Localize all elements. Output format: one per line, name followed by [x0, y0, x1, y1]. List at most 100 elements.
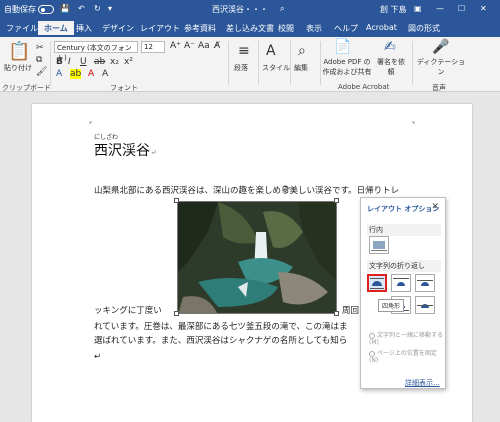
ribbon-tabs: ファイル ホーム 挿入 デザイン レイアウト 参考資料 差し込み文書 校閲 表示…	[0, 20, 500, 37]
tab-help[interactable]: ヘルプ	[334, 23, 358, 34]
wrap-through-icon	[417, 280, 433, 286]
editing-button[interactable]: 編集	[294, 63, 308, 73]
wrap-behind-icon	[417, 304, 433, 308]
details-link[interactable]: 詳細表示...	[405, 378, 440, 388]
inline-icon	[371, 241, 387, 251]
font-color-icon[interactable]: A	[88, 69, 94, 79]
wrap-square-button[interactable]	[367, 274, 387, 292]
crop-mark	[89, 121, 92, 124]
title-bar: 自動保存 💾 ↶ ↻ ▾ 西沢渓谷・・・ ⌕ 創 下島 ▣ — ☐ ✕	[0, 0, 500, 20]
microphone-icon[interactable]: 🎤	[432, 39, 449, 55]
layout-options-header: レイアウト オプション	[367, 205, 440, 213]
adobe-pdf-icon[interactable]: 📄	[334, 39, 351, 55]
move-with-text-option[interactable]: 文字列と一緒に移動する(M)	[369, 330, 445, 346]
autosave-toggle[interactable]	[38, 5, 54, 14]
ribbon: 📋 貼り付け ✂ ⧉ 🖌 クリップボード Century (本文のフォント) 1…	[0, 37, 500, 92]
resize-handle[interactable]	[334, 198, 339, 203]
grow-font-icon[interactable]: A⁺	[170, 41, 181, 51]
dictation-button[interactable]: ディクテーション	[416, 57, 466, 77]
paragraph-button[interactable]: 段落	[234, 63, 248, 73]
crop-mark	[412, 121, 415, 124]
cut-icon[interactable]: ✂	[36, 43, 44, 53]
paste-icon[interactable]: 📋	[8, 41, 30, 62]
body-line-1[interactable]: 山梨県北部にある西沢渓谷は、深山の趣を楽しめる美しい渓谷です。日帰りトレ	[94, 184, 399, 196]
save-icon[interactable]: 💾	[60, 4, 70, 13]
clear-format-icon[interactable]: A̸	[214, 41, 220, 51]
paragraph-icon[interactable]: ≡	[238, 43, 250, 59]
divider	[50, 41, 51, 85]
wrap-tooltip: 四角形	[378, 299, 405, 312]
fix-position-option[interactable]: ページ上の位置を固定(N)	[369, 348, 445, 364]
customize-qat-icon[interactable]: ▾	[108, 4, 112, 13]
body-line-3[interactable]: れています。圧巻は、最深部にある七ツ釜五段の滝で、この滝はま	[94, 320, 348, 332]
waterfall-image	[178, 202, 336, 313]
italic-icon[interactable]: I	[68, 57, 71, 67]
divider	[258, 41, 259, 85]
minimize-button[interactable]: —	[436, 4, 444, 13]
divider	[228, 41, 229, 85]
user-name[interactable]: 創 下島	[380, 4, 407, 15]
tab-mailings[interactable]: 差し込み文書	[226, 23, 274, 34]
body-line-4[interactable]: 選ばれています。また、西沢渓谷はシャクナゲの名所としても知ら	[94, 334, 347, 346]
body-line-2[interactable]: ッキングに丁度い	[94, 304, 162, 316]
paste-button[interactable]: 貼り付け	[4, 63, 32, 73]
redo-icon[interactable]: ↻	[94, 4, 101, 13]
undo-icon[interactable]: ↶	[78, 4, 85, 13]
change-case-icon[interactable]: Aa	[198, 41, 210, 51]
tab-review[interactable]: 校閲	[278, 23, 294, 34]
editing-icon[interactable]: ⌕	[298, 43, 306, 59]
format-painter-icon[interactable]: 🖌	[36, 67, 47, 77]
adobe-create-pdf-button[interactable]: Adobe PDF の作成および共有	[322, 57, 372, 77]
document-title-text[interactable]: 西沢渓谷↵	[94, 140, 157, 160]
tab-insert[interactable]: 挿入	[76, 23, 92, 34]
underline-icon[interactable]: U	[80, 57, 87, 67]
strikethrough-icon[interactable]: ab	[94, 57, 105, 67]
tab-file[interactable]: ファイル	[6, 23, 38, 34]
autosave-label: 自動保存	[4, 5, 36, 14]
wrap-section-label: 文字列の折り返し	[367, 260, 441, 272]
tab-acrobat[interactable]: Acrobat	[366, 23, 397, 32]
close-icon[interactable]: ✕	[431, 202, 439, 212]
sign-icon[interactable]: ✍	[384, 39, 396, 55]
wrap-square-icon	[370, 278, 384, 289]
wrap-tight-button[interactable]	[391, 274, 411, 292]
font-name-select[interactable]: Century (本文のフォント)	[54, 41, 138, 62]
wrap-behind-text-button[interactable]	[415, 296, 435, 314]
ribbon-display-icon[interactable]: ▣	[414, 4, 422, 13]
divider	[290, 41, 291, 85]
superscript-icon[interactable]: x²	[124, 57, 133, 67]
tab-picture-format[interactable]: 図の形式	[408, 23, 440, 34]
request-signature-button[interactable]: 署名を依頼	[374, 57, 408, 77]
inline-section-label: 行内	[367, 224, 441, 236]
tab-layout[interactable]: レイアウト	[140, 23, 180, 34]
wrap-through-button[interactable]	[415, 274, 435, 292]
tab-references[interactable]: 参考資料	[184, 23, 216, 34]
document-title: 西沢渓谷・・・	[212, 5, 268, 14]
inline-with-text-button[interactable]	[369, 236, 389, 254]
shrink-font-icon[interactable]: A⁻	[184, 41, 195, 51]
resize-handle[interactable]	[334, 311, 339, 316]
document-area: にしざわ 西沢渓谷↵ ⟳ 山梨県北部にある西沢渓谷は、深山の趣を楽しめる美しい渓…	[0, 92, 500, 422]
search-icon[interactable]: ⌕	[280, 4, 284, 14]
pilcrow-mark: ↵	[94, 352, 102, 362]
bold-icon[interactable]: B	[56, 57, 63, 67]
tab-home[interactable]: ホーム	[38, 21, 74, 37]
layout-options-panel: レイアウト オプション ✕ 行内 文字列の折り返し 文字列と一緒に移動する(M)…	[360, 197, 446, 389]
waterfall-photo[interactable]	[177, 201, 337, 314]
wrap-tight-icon	[393, 278, 409, 286]
close-button[interactable]: ✕	[480, 4, 487, 13]
text-effects-icon[interactable]: A	[56, 69, 62, 79]
char-shading-icon[interactable]: A	[102, 69, 108, 79]
resize-handle[interactable]	[174, 198, 179, 203]
styles-button[interactable]: スタイル	[262, 63, 290, 73]
resize-handle[interactable]	[174, 311, 179, 316]
highlight-icon[interactable]: ab	[70, 69, 82, 79]
adobe-group-label: Adobe Acrobat	[338, 83, 390, 91]
copy-icon[interactable]: ⧉	[36, 55, 42, 65]
subscript-icon[interactable]: x₂	[110, 57, 119, 67]
maximize-button[interactable]: ☐	[458, 4, 465, 13]
styles-icon[interactable]: A	[266, 43, 276, 59]
tab-view[interactable]: 表示	[306, 23, 322, 34]
tab-design[interactable]: デザイン	[102, 23, 134, 34]
font-size-select[interactable]: 12	[141, 41, 165, 53]
